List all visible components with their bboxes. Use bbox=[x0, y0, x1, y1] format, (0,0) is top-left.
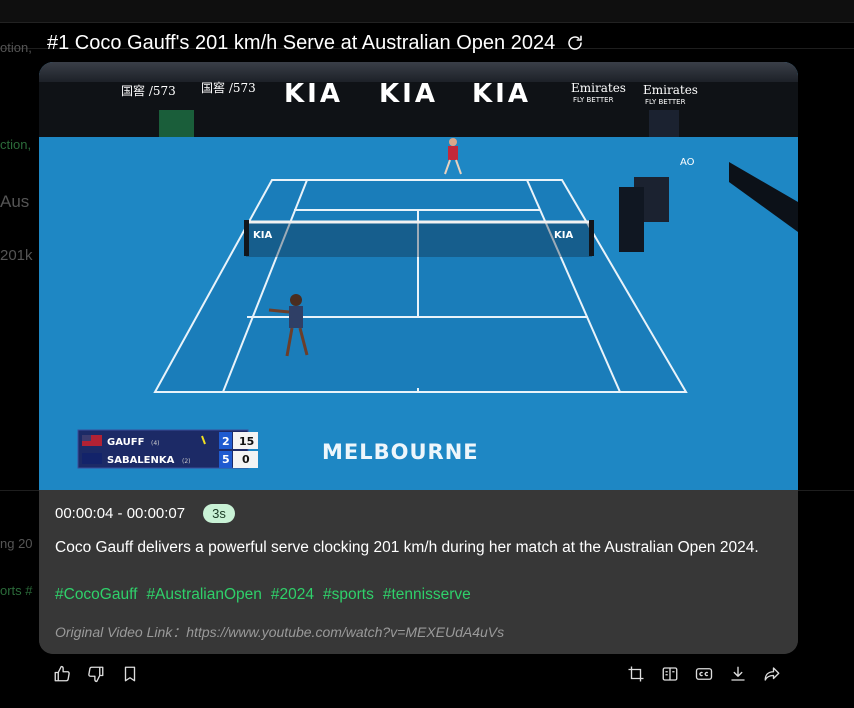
score-player-name: SABALENKA bbox=[107, 455, 175, 466]
tag[interactable]: #CocoGauff bbox=[55, 586, 137, 604]
share-icon[interactable] bbox=[762, 662, 782, 686]
thumbs-down-icon[interactable] bbox=[86, 662, 106, 686]
sponsor-emirates-sub: FLY BETTER bbox=[573, 96, 614, 104]
score-points: 15 bbox=[239, 435, 254, 448]
svg-text:国窖 /573: 国窖 /573 bbox=[121, 83, 176, 98]
sponsor-emirates: Emirates bbox=[571, 81, 626, 95]
link-url[interactable]: https://www.youtube.com/watch?v=MEXEUdA4… bbox=[186, 624, 504, 640]
score-points: 0 bbox=[242, 453, 250, 466]
page-title: #1 Coco Gauff's 201 km/h Serve at Austra… bbox=[47, 31, 556, 54]
duration-badge: 3s bbox=[203, 504, 235, 523]
video-frame: 国窖 /573 国窖 /573 KIA KIA KIA Emirates FLY… bbox=[39, 62, 798, 490]
split-icon[interactable] bbox=[660, 662, 680, 686]
clip-info: 00:00:04 - 00:00:07 3s Coco Gauff delive… bbox=[39, 490, 798, 654]
tag-list: #CocoGauff #AustralianOpen #2024 #sports… bbox=[55, 586, 471, 604]
video-player[interactable]: 国窖 /573 国窖 /573 KIA KIA KIA Emirates FLY… bbox=[39, 62, 798, 490]
clip-description: Coco Gauff delivers a powerful serve clo… bbox=[55, 539, 759, 556]
feedback-toolbar bbox=[52, 662, 140, 686]
clip-card: 国窖 /573 国窖 /573 KIA KIA KIA Emirates FLY… bbox=[39, 62, 798, 654]
background-snippet: orts # bbox=[0, 583, 33, 598]
background-snippet: ction, bbox=[0, 137, 32, 152]
net-sponsor: KIA bbox=[253, 230, 272, 241]
background-topbar bbox=[0, 0, 854, 23]
bookmark-icon[interactable] bbox=[120, 662, 140, 686]
background-snippet: ng 20 bbox=[0, 536, 33, 551]
score-player-seed: (2) bbox=[182, 458, 191, 465]
score-player-name: GAUFF bbox=[107, 437, 144, 448]
link-label: Original Video Link： bbox=[55, 624, 187, 640]
tag[interactable]: #AustralianOpen bbox=[146, 586, 261, 604]
background-snippet: otion, bbox=[0, 40, 32, 55]
download-icon[interactable] bbox=[728, 662, 748, 686]
thumbs-up-icon[interactable] bbox=[52, 662, 72, 686]
action-toolbar bbox=[626, 662, 782, 686]
background-snippet: 201k bbox=[0, 247, 33, 264]
clip-time-range: 00:00:04 - 00:00:07 bbox=[55, 505, 186, 522]
sponsor-kia: KIA bbox=[472, 79, 531, 109]
sponsor-emirates-sub: FLY BETTER bbox=[645, 98, 686, 106]
scoreboard: GAUFF (4) SABALENKA (2) 2 5 15 0 bbox=[77, 429, 258, 469]
sponsor-kia: KIA bbox=[379, 79, 438, 109]
net-sponsor: KIA bbox=[554, 230, 573, 241]
score-sets: 5 bbox=[222, 453, 230, 466]
background-snippet: Aus bbox=[0, 192, 30, 211]
captions-icon[interactable] bbox=[694, 662, 714, 686]
tag[interactable]: #sports bbox=[323, 586, 374, 604]
sponsor-emirates: Emirates bbox=[643, 83, 698, 97]
crop-icon[interactable] bbox=[626, 662, 646, 686]
svg-text:国窖 /573: 国窖 /573 bbox=[201, 80, 256, 95]
original-video-link: Original Video Link：https://www.youtube.… bbox=[55, 622, 504, 642]
title-row: #1 Coco Gauff's 201 km/h Serve at Austra… bbox=[47, 29, 585, 57]
svg-text:AO: AO bbox=[680, 157, 695, 168]
refresh-icon[interactable] bbox=[565, 33, 585, 53]
time-row: 00:00:04 - 00:00:07 3s bbox=[55, 504, 235, 523]
court-text: MELBOURNE bbox=[322, 440, 479, 464]
tag[interactable]: #2024 bbox=[271, 586, 314, 604]
score-player-seed: (4) bbox=[151, 440, 160, 447]
tag[interactable]: #tennisserve bbox=[383, 586, 471, 604]
sponsor-kia: KIA bbox=[284, 79, 343, 109]
score-sets: 2 bbox=[222, 435, 230, 448]
